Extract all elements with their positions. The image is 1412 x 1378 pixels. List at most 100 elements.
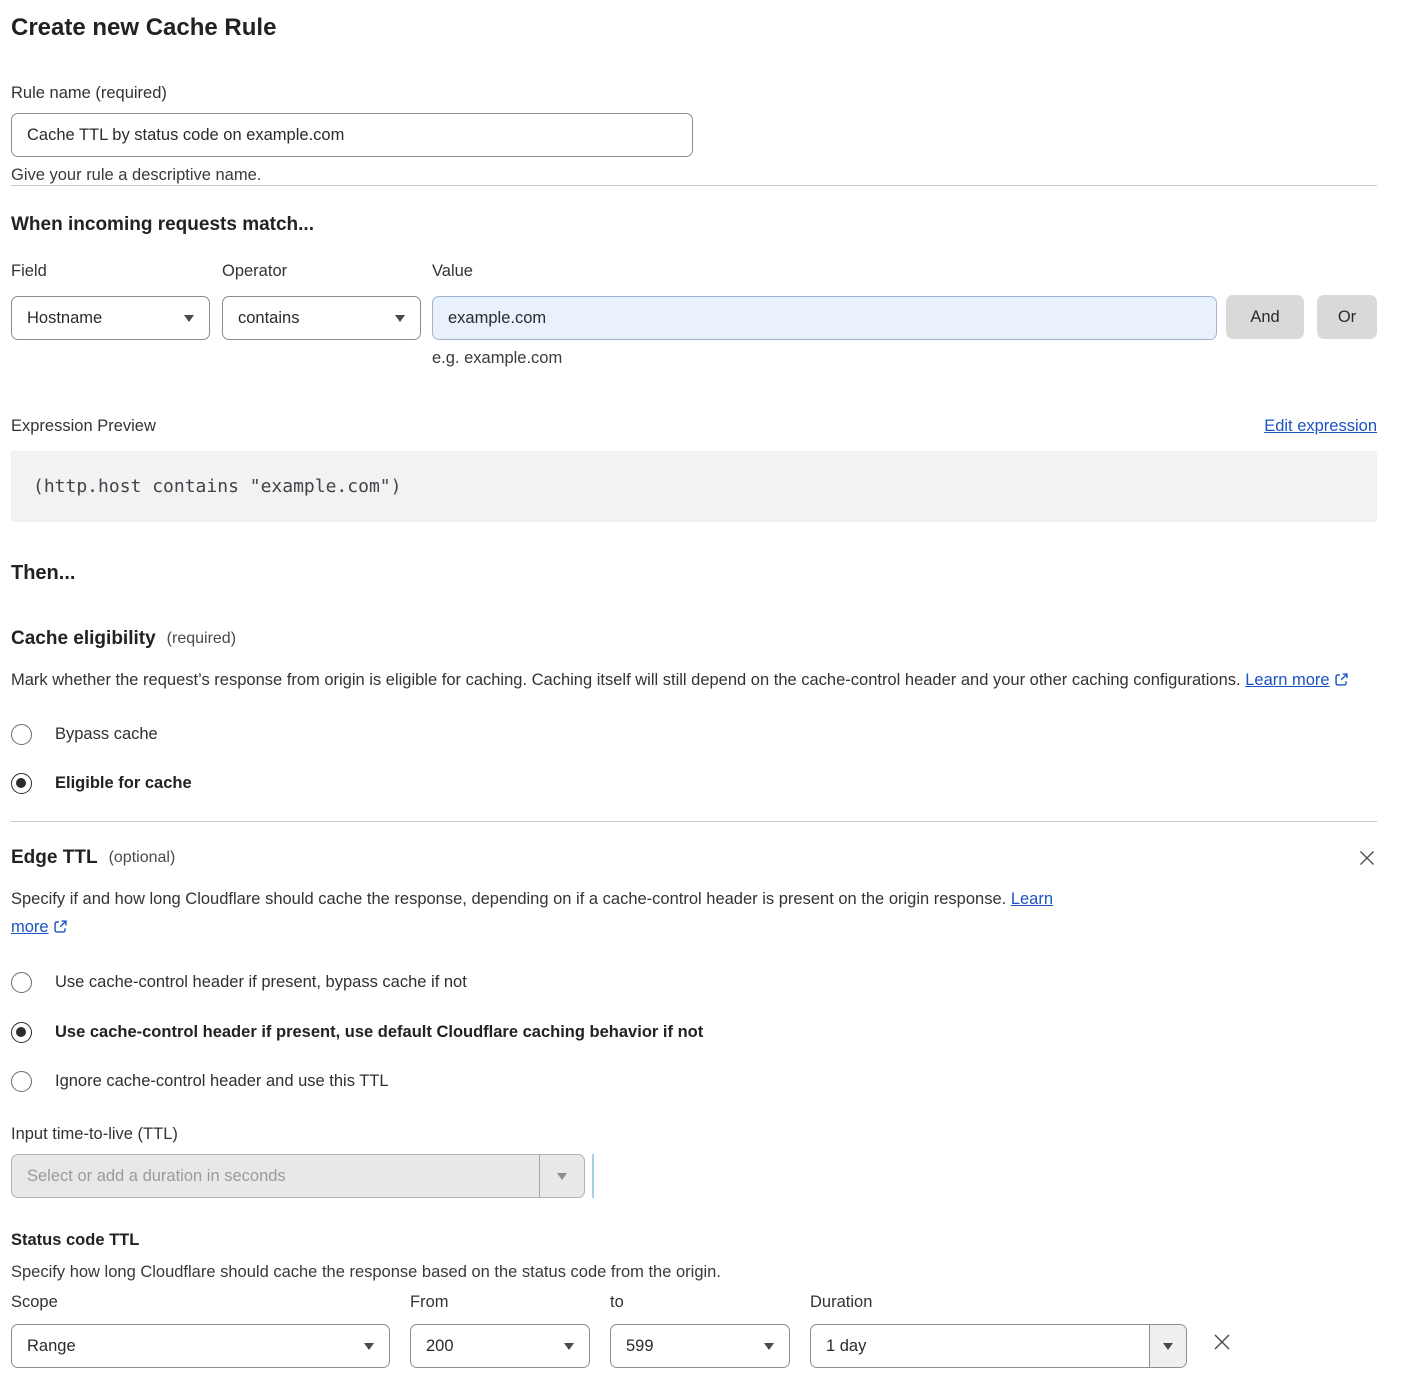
- radio-icon[interactable]: [11, 1071, 32, 1092]
- from-label: From: [410, 1293, 590, 1312]
- radio-icon[interactable]: [11, 724, 32, 745]
- field-column: Field Hostname: [11, 262, 210, 340]
- match-expression-row: Field Hostname Operator contains Value e…: [11, 262, 1377, 368]
- value-label: Value: [432, 262, 1217, 281]
- and-column: And: [1226, 262, 1304, 339]
- status-code-ttl-heading: Status code TTL: [11, 1231, 1377, 1250]
- status-code-ttl-description: Specify how long Cloudflare should cache…: [11, 1263, 1377, 1282]
- chevron-down-icon: [564, 1343, 574, 1350]
- radio-option-label: Use cache-control header if present, byp…: [55, 973, 467, 992]
- cache-eligibility-header: Cache eligibility (required): [11, 628, 1377, 650]
- edit-expression-link[interactable]: Edit expression: [1264, 417, 1377, 436]
- cache-eligibility-heading: Cache eligibility: [11, 628, 156, 650]
- to-label: to: [610, 1293, 790, 1312]
- edge-ttl-title-group: Edge TTL (optional): [11, 847, 175, 869]
- ttl-duration-select[interactable]: Select or add a duration in seconds: [11, 1154, 585, 1198]
- value-helper: e.g. example.com: [432, 349, 1217, 368]
- to-select-value: 599: [626, 1337, 654, 1356]
- ttl-select-arrow[interactable]: [539, 1155, 584, 1197]
- scope-select[interactable]: Range: [11, 1324, 390, 1368]
- to-select[interactable]: 599: [610, 1324, 790, 1368]
- expression-code-text: (http.host contains "example.com"): [33, 476, 401, 497]
- match-section: When incoming requests match... Field Ho…: [11, 214, 1377, 368]
- then-heading: Then...: [11, 562, 1377, 585]
- text-cursor-indicator: [592, 1154, 594, 1198]
- ttl-select-placeholder: Select or add a duration in seconds: [12, 1155, 539, 1197]
- learn-more-link[interactable]: Learn more: [1245, 671, 1329, 689]
- required-qualifier: (required): [167, 630, 236, 648]
- from-select[interactable]: 200: [410, 1324, 590, 1368]
- expression-preview-header: Expression Preview Edit expression: [11, 417, 1377, 436]
- expression-preview-label: Expression Preview: [11, 417, 156, 436]
- edge-ttl-description: Specify if and how long Cloudflare shoul…: [11, 885, 1091, 941]
- delete-status-code-row-button[interactable]: [1211, 1331, 1233, 1353]
- cache-eligibility-description-text: Mark whether the request’s response from…: [11, 671, 1241, 689]
- edge-ttl-section: Edge TTL (optional) Specify if and how l…: [11, 847, 1377, 1368]
- edge-ttl-header: Edge TTL (optional): [11, 847, 1377, 869]
- field-label: Field: [11, 262, 210, 281]
- page-title: Create new Cache Rule: [11, 14, 1377, 42]
- chevron-down-icon: [764, 1343, 774, 1350]
- radio-icon[interactable]: [11, 773, 32, 794]
- external-link-icon: [1334, 672, 1349, 687]
- label-spacer: [1317, 262, 1377, 295]
- value-column: Value e.g. example.com: [432, 262, 1217, 368]
- scope-label: Scope: [11, 1293, 390, 1312]
- scope-select-value: Range: [27, 1337, 76, 1356]
- expression-preview-code: (http.host contains "example.com"): [11, 451, 1377, 522]
- and-button[interactable]: And: [1226, 295, 1304, 339]
- ttl-input-label: Input time-to-live (TTL): [11, 1125, 1377, 1144]
- duration-column: Duration 1 day: [810, 1293, 1187, 1368]
- cache-eligibility-section: Cache eligibility (required) Mark whethe…: [11, 628, 1377, 794]
- from-select-value: 200: [426, 1337, 454, 1356]
- close-icon: [1211, 1331, 1233, 1353]
- cache-eligibility-description: Mark whether the request’s response from…: [11, 666, 1377, 694]
- close-icon: [1357, 848, 1377, 868]
- rule-name-label: Rule name (required): [11, 84, 1377, 103]
- operator-select[interactable]: contains: [222, 296, 421, 340]
- radio-option-use-header-default[interactable]: Use cache-control header if present, use…: [11, 1022, 1377, 1043]
- external-link-icon: [53, 919, 68, 934]
- label-spacer: [1226, 262, 1304, 295]
- section-divider: [11, 185, 1377, 186]
- to-column: to 599: [610, 1293, 790, 1368]
- radio-option-label: Ignore cache-control header and use this…: [55, 1072, 389, 1091]
- radio-icon[interactable]: [11, 972, 32, 993]
- operator-column: Operator contains: [222, 262, 421, 340]
- chevron-down-icon: [1163, 1343, 1173, 1350]
- chevron-down-icon: [395, 315, 405, 322]
- field-select[interactable]: Hostname: [11, 296, 210, 340]
- radio-option-label: Bypass cache: [55, 725, 158, 744]
- radio-option-ignore-header[interactable]: Ignore cache-control header and use this…: [11, 1071, 1377, 1092]
- radio-option-label: Use cache-control header if present, use…: [55, 1023, 703, 1042]
- field-select-value: Hostname: [27, 309, 102, 328]
- create-cache-rule-form: Create new Cache Rule Rule name (require…: [0, 0, 1412, 1378]
- radio-option-bypass-cache[interactable]: Bypass cache: [11, 724, 1377, 745]
- or-column: Or: [1317, 262, 1377, 339]
- chevron-down-icon: [184, 315, 194, 322]
- edge-ttl-description-text: Specify if and how long Cloudflare shoul…: [11, 890, 1006, 908]
- operator-select-value: contains: [238, 309, 299, 328]
- match-heading: When incoming requests match...: [11, 214, 1377, 236]
- rule-name-section: Rule name (required) Give your rule a de…: [11, 84, 1377, 185]
- ttl-select-row: Select or add a duration in seconds: [11, 1154, 1377, 1198]
- radio-option-use-header-bypass[interactable]: Use cache-control header if present, byp…: [11, 972, 1377, 993]
- edge-ttl-heading: Edge TTL: [11, 847, 98, 869]
- duration-label: Duration: [810, 1293, 1187, 1312]
- from-column: From 200: [410, 1293, 590, 1368]
- rule-name-input[interactable]: [11, 113, 693, 157]
- or-button[interactable]: Or: [1317, 295, 1377, 339]
- status-code-ttl-row: Scope Range From 200 to 599: [11, 1293, 1377, 1368]
- chevron-down-icon: [557, 1173, 567, 1180]
- radio-option-eligible-for-cache[interactable]: Eligible for cache: [11, 773, 1377, 794]
- duration-select-arrow[interactable]: [1149, 1325, 1186, 1367]
- optional-qualifier: (optional): [109, 849, 176, 867]
- duration-select-value: 1 day: [811, 1337, 1149, 1356]
- edge-ttl-close-button[interactable]: [1357, 848, 1377, 868]
- scope-column: Scope Range: [11, 1293, 390, 1368]
- radio-icon[interactable]: [11, 1022, 32, 1043]
- rule-name-helper: Give your rule a descriptive name.: [11, 166, 1377, 185]
- value-input[interactable]: [432, 296, 1217, 340]
- operator-label: Operator: [222, 262, 421, 281]
- duration-select[interactable]: 1 day: [810, 1324, 1187, 1368]
